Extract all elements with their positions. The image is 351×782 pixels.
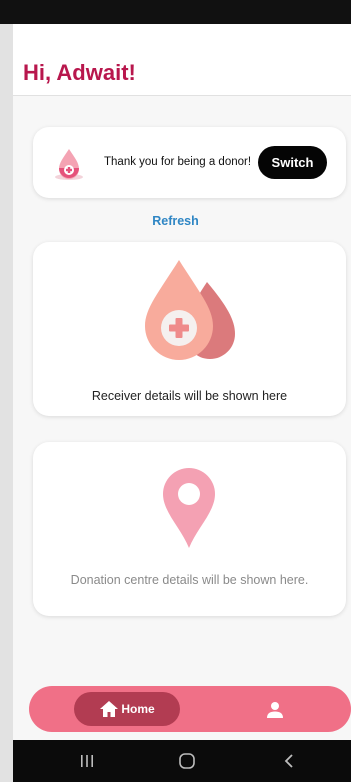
home-icon	[100, 701, 119, 717]
bottom-nav: Home	[29, 686, 351, 732]
refresh-link[interactable]: Refresh	[13, 214, 351, 228]
switch-button[interactable]: Switch	[258, 146, 327, 179]
blood-drops-icon	[145, 260, 235, 360]
person-icon	[267, 702, 283, 718]
home-circle-icon	[179, 753, 195, 769]
centre-message: Donation centre details will be shown he…	[70, 573, 309, 587]
tab-profile[interactable]	[261, 696, 289, 724]
blood-drop-plus-icon	[55, 149, 83, 180]
tab-home[interactable]: Home	[74, 692, 180, 726]
receiver-card: Receiver details will be shown here	[33, 242, 346, 416]
left-edge	[0, 0, 13, 782]
recent-apps-icon	[81, 755, 93, 767]
donor-card: Thank you for being a donor! Switch	[33, 127, 346, 198]
donation-centre-card: Donation centre details will be shown he…	[33, 442, 346, 616]
donor-message: Thank you for being a donor!	[104, 156, 252, 168]
location-pin-icon	[163, 468, 215, 548]
back-button[interactable]	[277, 750, 301, 772]
tab-home-label: Home	[121, 702, 155, 716]
home-system-button[interactable]	[175, 750, 199, 772]
status-bar	[0, 0, 351, 24]
app-screen: Hi, Adwait! Thank you for being a donor!…	[13, 24, 351, 740]
system-nav-bar	[13, 740, 351, 782]
app-header: Hi, Adwait!	[13, 24, 351, 96]
back-chevron-icon	[284, 754, 293, 768]
receiver-message: Receiver details will be shown here	[91, 389, 288, 403]
recent-apps-button[interactable]	[75, 750, 99, 772]
page-title: Hi, Adwait!	[23, 60, 136, 85]
